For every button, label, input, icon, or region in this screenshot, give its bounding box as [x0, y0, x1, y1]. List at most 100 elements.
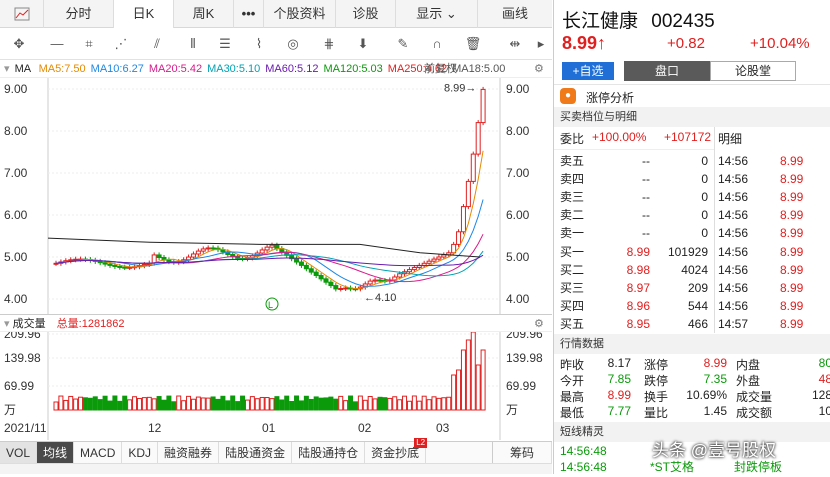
candle-body — [200, 248, 206, 252]
volume-bar — [176, 395, 182, 411]
draw-line-button[interactable]: 画线 — [478, 0, 552, 28]
candle-body — [338, 288, 344, 291]
tick-time: 14:56 — [718, 190, 749, 205]
tab-hk-hold[interactable]: 陆股通持仓 — [292, 442, 366, 464]
volume-chart[interactable]: 209.96 209.96 139.98 139.98 69.99 69.99 万 万 2021… — [0, 332, 552, 458]
candle-body — [480, 88, 486, 124]
tab-macd[interactable]: MACD — [74, 442, 123, 464]
volume-collapse-icon[interactable]: ▾ — [4, 318, 10, 330]
volume-bar — [171, 401, 177, 411]
tab-pankou[interactable]: 盘口 — [624, 61, 710, 81]
stock-name: 长江健康 — [562, 11, 639, 32]
order-row[interactable]: 卖四 -- 0 — [554, 170, 714, 189]
settings-gear-icon[interactable]: ⚙ — [534, 60, 544, 78]
candle-body — [343, 287, 349, 290]
arrow-down-icon[interactable]: ⬇ — [352, 34, 374, 54]
quote-value: 10.3 — [818, 404, 830, 418]
gann-tool-icon[interactable]: ⋕ — [318, 34, 340, 54]
more-tabs-button[interactable]: ••• — [234, 0, 264, 28]
order-price: 8.99 — [626, 244, 650, 259]
tab-ma[interactable]: 均线 — [37, 442, 75, 464]
tab-chips[interactable]: 筹码 — [492, 442, 552, 464]
price-tick-right: 9.00 — [506, 82, 530, 96]
tab-weekly-k[interactable]: 周K — [174, 0, 234, 28]
channel-tool-icon[interactable]: ⫽ — [146, 34, 168, 54]
chart-icon[interactable] — [0, 0, 44, 28]
quote-label: 量比 — [644, 406, 669, 420]
tab-forum[interactable]: 论股堂 — [710, 61, 796, 81]
order-label: 买五 — [560, 316, 585, 331]
order-label: 买三 — [560, 280, 585, 295]
collapse-arrow-icon[interactable]: ▾ — [4, 63, 10, 75]
adjust-label[interactable]: 前复权 — [424, 60, 457, 78]
volume-bar — [460, 349, 466, 411]
tab-daily-k[interactable]: 日K — [114, 0, 174, 28]
tab-kdj[interactable]: KDJ — [122, 442, 159, 464]
order-volume: 0 — [701, 154, 708, 168]
fan-tool-icon[interactable]: ⋰ — [110, 34, 132, 54]
order-row[interactable]: 卖五 -- 0 — [554, 152, 714, 171]
weibi-label: 委比 — [560, 132, 585, 146]
volume-bar — [205, 397, 211, 411]
candle-body — [210, 247, 216, 250]
tab-bottom-fish[interactable]: 资金抄底 L2 — [365, 438, 428, 464]
candle-body — [274, 244, 280, 250]
pen-icon[interactable]: ✎ — [392, 34, 414, 54]
candle-body — [411, 267, 417, 271]
tab-fenshi[interactable]: 分时 — [44, 0, 114, 28]
tick-price: 8.99 — [780, 244, 804, 259]
tab-vol[interactable]: VOL — [0, 442, 38, 464]
order-label: 卖四 — [560, 172, 585, 187]
candle-body — [127, 266, 133, 269]
order-volume: 101929 — [667, 244, 708, 259]
volume-settings-icon[interactable]: ⚙ — [534, 315, 544, 333]
tab-hk-flow[interactable]: 陆股通资金 — [219, 442, 293, 464]
current-price: 8.99↑ — [562, 33, 606, 54]
wave-tool-icon[interactable]: ⌇ — [248, 34, 270, 54]
order-row[interactable]: 卖一 -- 0 — [554, 224, 714, 243]
volume-bar — [298, 400, 304, 411]
tab-margin[interactable]: 融资融券 — [158, 442, 220, 464]
volume-header: ▾ 成交量 总量:1281862 ⚙ — [0, 314, 552, 332]
trash-icon[interactable]: 🗑 — [462, 34, 484, 54]
candle-body — [318, 274, 324, 280]
volume-bar — [73, 398, 79, 411]
candle-body — [117, 265, 123, 268]
bars-tool-icon[interactable]: ⦀ — [182, 34, 204, 54]
order-row[interactable]: 买二 8.98 4024 — [554, 261, 714, 280]
volume-bar — [117, 400, 123, 411]
tick-time: 14:56 — [718, 172, 749, 187]
rect-tool-icon[interactable]: ⌗ — [78, 34, 100, 54]
order-row[interactable]: 买三 8.97 209 — [554, 279, 714, 298]
add-watchlist-button[interactable]: +自选 — [562, 62, 614, 80]
date-tick: 03 — [436, 421, 450, 435]
price-tick-left: 4.00 — [4, 292, 28, 306]
volume-bar — [82, 397, 88, 411]
line-tool-icon[interactable]: — — [46, 34, 68, 54]
candle-body — [156, 254, 162, 259]
order-row[interactable]: 买五 8.95 466 — [554, 315, 714, 334]
quote-label: 涨停 — [644, 358, 669, 372]
order-row[interactable]: 买四 8.96 544 — [554, 297, 714, 316]
order-row[interactable]: 卖二 -- 0 — [554, 206, 714, 225]
order-row[interactable]: 卖三 -- 0 — [554, 188, 714, 207]
collapse-icon[interactable]: ⇹ — [504, 34, 526, 54]
crosshair-icon[interactable]: ✥ — [8, 34, 30, 54]
vol-tick-left: 万 — [4, 403, 16, 417]
tab-stock-profile[interactable]: 个股资料 — [264, 0, 336, 28]
volume-bar — [470, 332, 476, 411]
limit-analysis-row[interactable]: ● 涨停分析 — [554, 84, 830, 106]
tick-price: 8.99 — [780, 154, 804, 168]
display-dropdown[interactable]: 显示 ⌄ — [396, 0, 478, 28]
kline-chart[interactable]: 9.00 9.00 8.00 8.00 7.00 7.00 6.00 6.00 5.00 5.00… — [0, 78, 552, 314]
more-tools-icon[interactable]: ▸ — [530, 34, 552, 54]
candle-body — [102, 262, 108, 265]
tab-diagnose[interactable]: 诊股 — [336, 0, 396, 28]
candle-body — [333, 285, 339, 290]
order-row[interactable]: 买一 8.99 101929 — [554, 243, 714, 262]
magnet-icon[interactable]: ∩ — [426, 34, 448, 54]
fib-tool-icon[interactable]: ☰ — [214, 34, 236, 54]
cycle-tool-icon[interactable]: ◎ — [282, 34, 304, 54]
quote-value: 7.35 — [703, 372, 727, 386]
volume-bar — [78, 396, 84, 411]
